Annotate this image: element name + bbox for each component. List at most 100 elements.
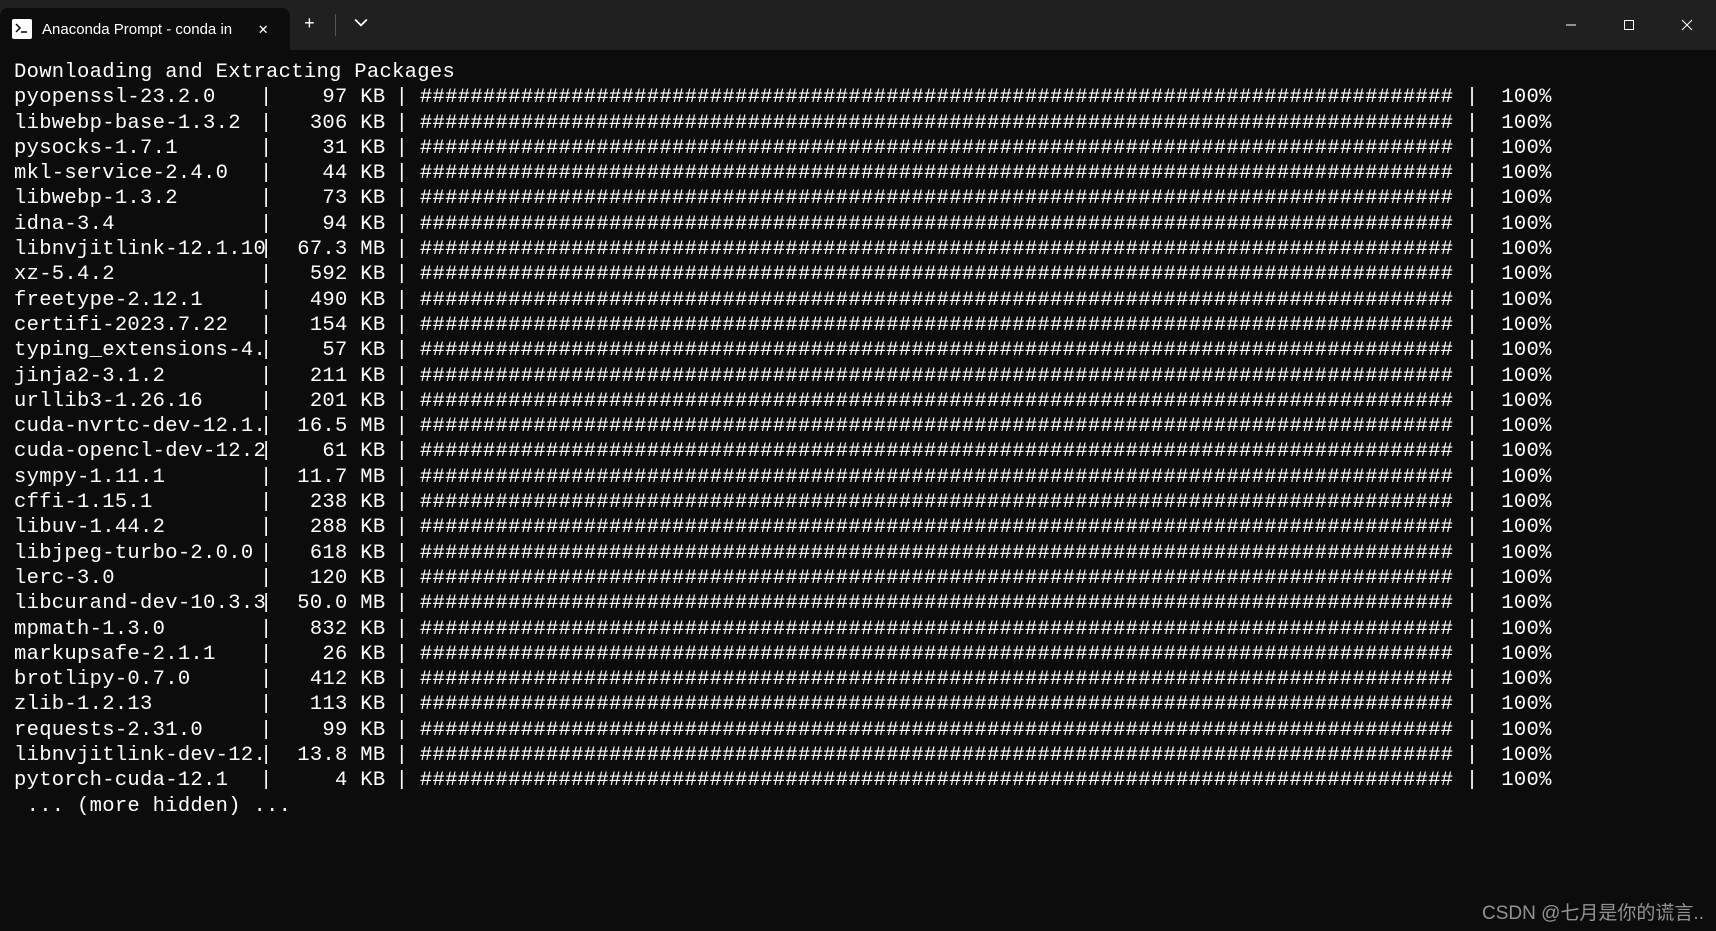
separator: | [383, 85, 420, 110]
separator: | [260, 490, 285, 515]
progress-bar: ########################################… [420, 364, 1453, 389]
separator: | [260, 136, 285, 161]
package-row: brotlipy-0.7.0 | 412 KB | ##############… [14, 667, 1702, 692]
separator: | [383, 262, 420, 287]
separator: | [1453, 642, 1490, 667]
separator: | [260, 566, 285, 591]
package-row: cuda-opencl-dev-12.2| 61 KB | ##########… [14, 439, 1702, 464]
separator: | [383, 439, 420, 464]
separator: | [1453, 515, 1490, 540]
package-row: pytorch-cuda-12.1 | 4 KB | #############… [14, 768, 1702, 793]
separator: | [1453, 743, 1490, 768]
package-size: 11.7 MB [285, 465, 383, 490]
package-name: cffi-1.15.1 [14, 490, 260, 515]
progress-percent: 100% [1490, 743, 1552, 768]
tab-dropdown-button[interactable] [342, 16, 380, 35]
terminal-output[interactable]: Downloading and Extracting Packages pyop… [0, 50, 1716, 829]
progress-bar: ########################################… [420, 212, 1453, 237]
separator: | [1453, 465, 1490, 490]
more-hidden-line: ... (more hidden) ... [14, 794, 1702, 819]
package-row: zlib-1.2.13 | 113 KB | #################… [14, 692, 1702, 717]
progress-percent: 100% [1490, 288, 1552, 313]
progress-bar: ########################################… [420, 515, 1453, 540]
package-size: 832 KB [285, 617, 383, 642]
separator: | [260, 389, 285, 414]
minimize-button[interactable] [1542, 0, 1600, 50]
package-size: 57 KB [285, 338, 383, 363]
separator: | [260, 212, 285, 237]
package-name: sympy-1.11.1 [14, 465, 260, 490]
separator: | [383, 136, 420, 161]
progress-percent: 100% [1490, 566, 1552, 591]
separator: | [1453, 617, 1490, 642]
package-row: certifi-2023.7.22 | 154 KB | ###########… [14, 313, 1702, 338]
progress-percent: 100% [1490, 414, 1552, 439]
package-row: libnvjitlink-12.1.10| 67.3 MB | ########… [14, 237, 1702, 262]
package-row: typing_extensions-4.| 57 KB | ##########… [14, 338, 1702, 363]
separator: | [1453, 212, 1490, 237]
close-button[interactable] [1658, 0, 1716, 50]
separator: | [383, 288, 420, 313]
separator: | [383, 111, 420, 136]
package-row: pyopenssl-23.2.0 | 97 KB | #############… [14, 85, 1702, 110]
progress-percent: 100% [1490, 186, 1552, 211]
package-row: libuv-1.44.2 | 288 KB | ################… [14, 515, 1702, 540]
progress-bar: ########################################… [420, 414, 1453, 439]
separator: | [383, 212, 420, 237]
progress-percent: 100% [1490, 642, 1552, 667]
separator: | [1453, 288, 1490, 313]
close-icon[interactable]: ✕ [252, 15, 274, 43]
package-size: 26 KB [285, 642, 383, 667]
package-name: requests-2.31.0 [14, 718, 260, 743]
progress-bar: ########################################… [420, 85, 1453, 110]
progress-bar: ########################################… [420, 237, 1453, 262]
separator: | [260, 465, 285, 490]
tab-anaconda-prompt[interactable]: Anaconda Prompt - conda in ✕ [0, 8, 290, 50]
separator: | [260, 414, 285, 439]
package-name: zlib-1.2.13 [14, 692, 260, 717]
separator: | [260, 617, 285, 642]
package-size: 238 KB [285, 490, 383, 515]
separator: | [1453, 364, 1490, 389]
package-row: cuda-nvrtc-dev-12.1.| 16.5 MB | ########… [14, 414, 1702, 439]
separator: | [260, 591, 285, 616]
progress-percent: 100% [1490, 338, 1552, 363]
progress-bar: ########################################… [420, 541, 1453, 566]
separator: | [1453, 237, 1490, 262]
progress-bar: ########################################… [420, 490, 1453, 515]
progress-percent: 100% [1490, 591, 1552, 616]
heading-line: Downloading and Extracting Packages [14, 60, 1702, 85]
progress-percent: 100% [1490, 515, 1552, 540]
separator: | [1453, 692, 1490, 717]
progress-percent: 100% [1490, 667, 1552, 692]
package-size: 94 KB [285, 212, 383, 237]
package-name: mpmath-1.3.0 [14, 617, 260, 642]
divider [335, 14, 336, 36]
package-row: freetype-2.12.1 | 490 KB | #############… [14, 288, 1702, 313]
separator: | [260, 692, 285, 717]
package-row: cffi-1.15.1 | 238 KB | #################… [14, 490, 1702, 515]
package-size: 4 KB [285, 768, 383, 793]
separator: | [1453, 439, 1490, 464]
package-row: libwebp-1.3.2 | 73 KB | ################… [14, 186, 1702, 211]
progress-percent: 100% [1490, 617, 1552, 642]
progress-bar: ########################################… [420, 617, 1453, 642]
package-name: libwebp-1.3.2 [14, 186, 260, 211]
new-tab-button[interactable]: + [290, 15, 329, 35]
progress-percent: 100% [1490, 212, 1552, 237]
progress-percent: 100% [1490, 490, 1552, 515]
separator: | [260, 667, 285, 692]
maximize-button[interactable] [1600, 0, 1658, 50]
package-size: 618 KB [285, 541, 383, 566]
package-name: mkl-service-2.4.0 [14, 161, 260, 186]
window-controls [1542, 0, 1716, 50]
progress-bar: ########################################… [420, 111, 1453, 136]
separator: | [260, 515, 285, 540]
package-size: 61 KB [285, 439, 383, 464]
package-name: freetype-2.12.1 [14, 288, 260, 313]
progress-bar: ########################################… [420, 288, 1453, 313]
progress-percent: 100% [1490, 111, 1552, 136]
progress-bar: ########################################… [420, 566, 1453, 591]
package-row: libjpeg-turbo-2.0.0 | 618 KB | #########… [14, 541, 1702, 566]
separator: | [383, 338, 420, 363]
